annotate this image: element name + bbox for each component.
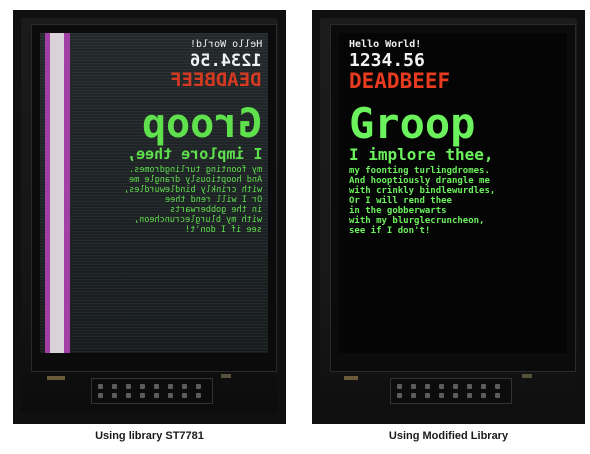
poem-line: see if I don't! (185, 225, 262, 235)
display-bezel: Hello World! 1234.56 DEADBEEF Groop I im… (330, 24, 576, 372)
title-text: Groop (141, 101, 262, 147)
hex-text: DEADBEEF (349, 69, 451, 93)
white-stripe (50, 33, 64, 353)
poem-line: with my blurglecruncheon, (134, 215, 262, 225)
poem-line: And hooptiously drangle me (349, 176, 490, 186)
poem-line: my foonting turlingdromes. (128, 165, 262, 175)
number-text: 1234.56 (349, 50, 425, 71)
smd-component (47, 376, 65, 380)
poem-line: with crinkly bindlewurdles, (349, 186, 496, 196)
caption-st7781: Using library ST7781 (95, 430, 204, 442)
poem-line: And hooptiously drangle me (128, 175, 262, 185)
smd-component (344, 376, 358, 380)
caption-modified-library: Using Modified Library (388, 430, 509, 442)
display-screen-garbled: Hello World! 1234.56 DEADBEEF Groop I im… (40, 33, 268, 353)
poem-line: Or I will rend thee (164, 195, 262, 205)
title-text: Groop (349, 99, 476, 148)
photo-st7781-display: Hello World! 1234.56 DEADBEEF Groop I im… (13, 10, 286, 424)
number-text: 1234.56 (190, 51, 262, 71)
poem-line: with crinkly bindlewurdles, (123, 185, 262, 195)
poem-line: see if I don't! (349, 226, 431, 236)
poem-first-line: I implore thee, (126, 145, 262, 163)
pin-header (91, 378, 213, 404)
mirrored-text-block: Hello World! 1234.56 DEADBEEF Groop I im… (70, 33, 268, 353)
photo-modified-display: Hello World! 1234.56 DEADBEEF Groop I im… (312, 10, 585, 424)
display-bezel: Hello World! 1234.56 DEADBEEF Groop I im… (31, 24, 277, 372)
poem-line: with my blurglecruncheon, (349, 216, 485, 226)
smd-component (221, 374, 231, 378)
hello-text: Hello World! (189, 39, 262, 50)
poem-line: Or I will rend thee (349, 196, 452, 206)
smd-component (522, 374, 532, 378)
tft-module-board: Hello World! 1234.56 DEADBEEF Groop I im… (21, 18, 278, 413)
hello-text: Hello World! (349, 39, 422, 50)
display-screen-correct: Hello World! 1234.56 DEADBEEF Groop I im… (339, 33, 567, 353)
poem-line: my foonting turlingdromes. (349, 166, 490, 176)
poem-line: in the gobberwarts (349, 206, 447, 216)
poem-line: in the gobberwarts (169, 205, 262, 215)
tft-module-board: Hello World! 1234.56 DEADBEEF Groop I im… (320, 18, 577, 413)
pin-header (390, 378, 512, 404)
hex-text: DEADBEEF (170, 69, 262, 91)
poem-first-line: I implore thee, (349, 145, 494, 164)
